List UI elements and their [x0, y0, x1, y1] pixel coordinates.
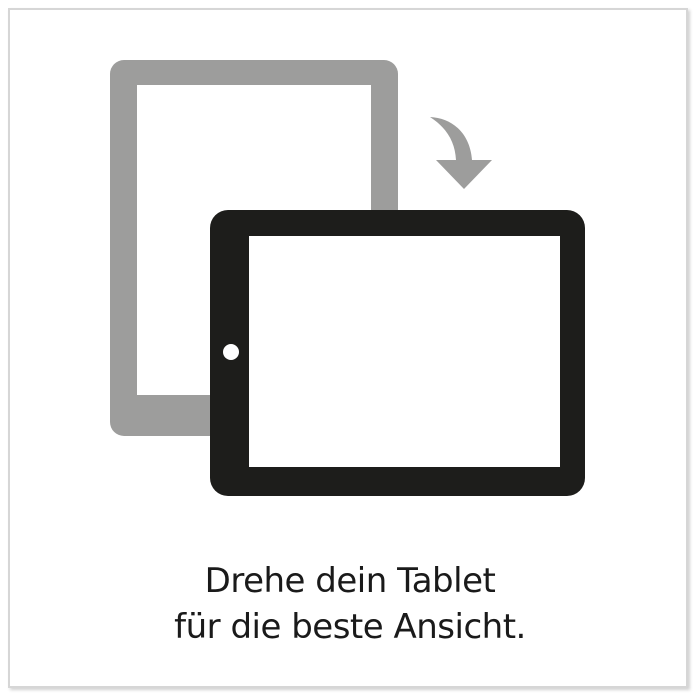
rotate-message: Drehe dein Tablet für die beste Ansicht. — [0, 558, 700, 650]
rotate-arrow-icon — [430, 117, 492, 189]
tablet-landscape-icon — [210, 210, 585, 496]
message-line-1: Drehe dein Tablet — [204, 561, 496, 601]
home-button — [223, 344, 239, 360]
message-line-2: für die beste Ansicht. — [174, 607, 526, 647]
